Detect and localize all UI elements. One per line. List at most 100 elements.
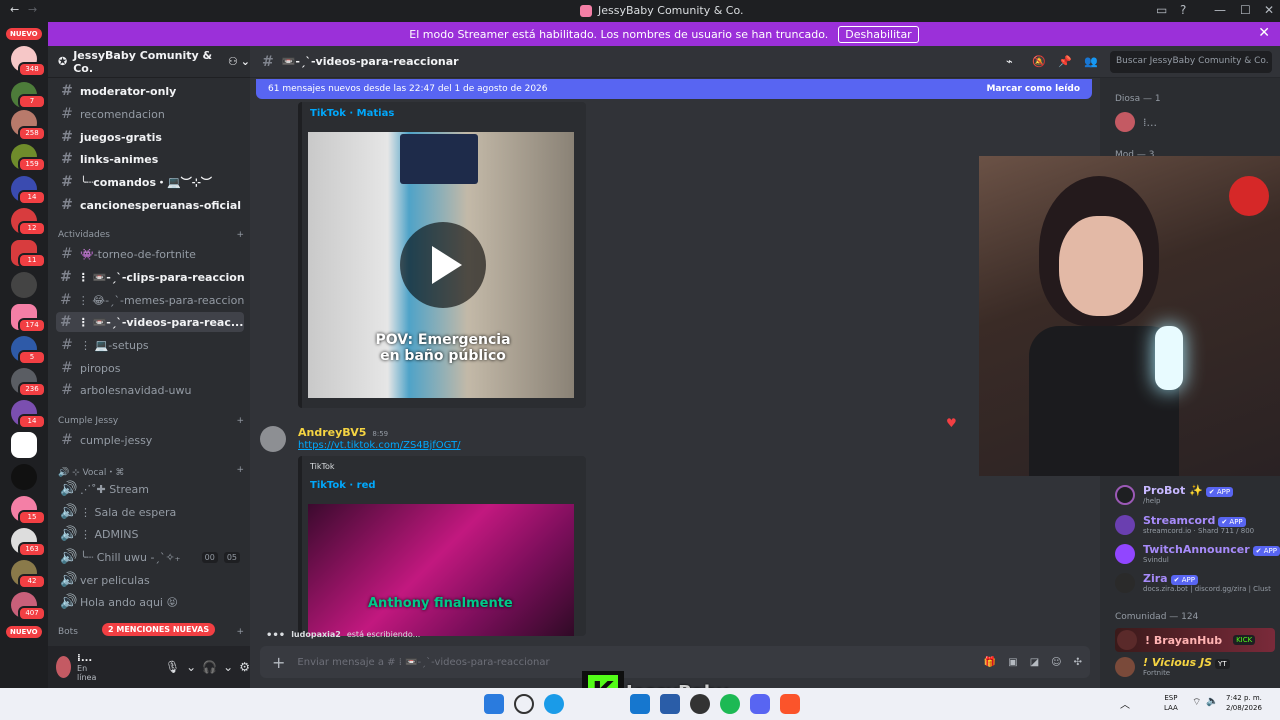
pin-icon[interactable]: 📌	[1058, 55, 1072, 68]
notification-bell-icon[interactable]: 🔕	[1032, 55, 1046, 68]
add-attachment-icon[interactable]: +	[272, 653, 285, 672]
spotify-icon[interactable]	[720, 694, 740, 714]
member-name: ProBot ✨	[1143, 484, 1203, 497]
gift-icon[interactable]: 🎁	[984, 657, 996, 668]
microphone-icon[interactable]: 🎙	[165, 660, 180, 674]
hash-icon: #	[61, 197, 73, 213]
video-thumbnail[interactable]: Anthony finalmente	[308, 504, 574, 636]
chevron-up-icon[interactable]: ︿	[1120, 696, 1130, 711]
channel-item[interactable]: # moderator-only	[56, 81, 244, 101]
avatar[interactable]	[56, 656, 72, 678]
search-input[interactable]: Buscar JessyBaby Comunity & Co.	[1110, 51, 1272, 73]
disable-streamer-button[interactable]: Deshabilitar	[838, 25, 919, 43]
maximize-icon[interactable]: ☐	[1240, 3, 1251, 17]
avatar	[1115, 543, 1135, 564]
chevron-down-icon[interactable]: ⌄	[223, 660, 233, 674]
add-member-icon[interactable]: ⚇	[228, 55, 238, 68]
apps-icon[interactable]: ✣	[1074, 657, 1082, 668]
members-icon[interactable]: 👥	[1084, 55, 1098, 68]
headphones-icon[interactable]: 🎧	[202, 660, 217, 674]
member-item[interactable]: ProBot ✨ ✔ APP/help	[1115, 484, 1234, 505]
user-limit: 05	[223, 551, 240, 563]
emoji-icon[interactable]: ☺	[1051, 657, 1061, 668]
embed-provider[interactable]: TikTok · red	[310, 480, 376, 491]
embed-provider[interactable]: TikTok · Matias	[310, 108, 394, 119]
gif-icon[interactable]: ▣	[1008, 657, 1017, 668]
plus-icon[interactable]: +	[236, 465, 244, 478]
channel-item[interactable]: # 👾-torneo-de-fortnite	[56, 244, 244, 264]
voice-channel[interactable]: 🔊 ⋮ ADMINS	[56, 524, 244, 544]
play-button[interactable]	[400, 222, 486, 308]
server-header[interactable]: ✪ JessyBaby Comunity & Co. ⌄ ⚇	[48, 46, 250, 78]
discord-icon[interactable]	[750, 694, 770, 714]
channel-item[interactable]: # recomendacion	[56, 104, 244, 124]
mark-read-button[interactable]: Marcar como leído	[986, 84, 1080, 94]
server-icon[interactable]	[11, 272, 37, 298]
mentions-badge[interactable]: 2 MENCIONES NUEVAS	[102, 623, 216, 636]
member-item[interactable]: Zira ✔ APP docs.zira.bot | discord.gg/zira…	[1115, 572, 1271, 593]
obs-icon[interactable]	[690, 694, 710, 714]
edge-icon[interactable]	[544, 694, 564, 714]
plus-icon[interactable]: +	[236, 416, 244, 426]
voice-channel[interactable]: 🔊 ver peliculas	[56, 570, 244, 590]
server-name: JessyBaby Comunity & Co.	[73, 48, 213, 75]
channel-item-active[interactable]: #⋮ 📼-ˏˋ-videos-para-reac...⚙	[56, 312, 244, 332]
member-item[interactable]: ⁞...	[1115, 112, 1157, 132]
channel-item[interactable]: # ⋮ 📼-ˏˋ-clips-para-reaccionar	[56, 267, 244, 287]
voice-channel[interactable]: 🔊 ╰┈ Chill uwu -ˏˋ✧₊ 00 05	[56, 547, 244, 567]
new-messages-bar[interactable]: 61 mensajes nuevos desde las 22:47 del 1…	[256, 79, 1092, 99]
channel-item[interactable]: # juegos-gratis	[56, 127, 244, 147]
brave-icon[interactable]	[780, 694, 800, 714]
category-actividades[interactable]: Actividades +	[58, 230, 244, 240]
category-cumple[interactable]: Cumple Jessy +	[58, 416, 244, 426]
start-icon[interactable]	[484, 694, 504, 714]
message-link[interactable]: https://vt.tiktok.com/ZS4BjfOGT/	[298, 440, 461, 451]
inbox-icon[interactable]: ▭	[1156, 3, 1167, 17]
category-vocal[interactable]: 🔊 ⊹ Vocal・⌘ +	[58, 465, 244, 478]
channel-item[interactable]: # links-animes	[56, 149, 244, 169]
threads-icon[interactable]: ⌁	[1006, 55, 1013, 68]
message-composer[interactable]: + Enviar mensaje a # ⁞ 📼-ˏˋ-videos-para-…	[260, 646, 1090, 678]
server-icon[interactable]	[11, 464, 37, 490]
clock[interactable]: 7:42 p. m. 2/08/2026	[1226, 693, 1262, 713]
back-arrow-icon[interactable]: ←	[10, 3, 19, 16]
volume-icon[interactable]: 🔈	[1206, 696, 1218, 707]
language-indicator[interactable]: ESP LAA	[1164, 693, 1178, 713]
plus-icon[interactable]: +	[236, 230, 244, 240]
voice-channel[interactable]: 🔊 ⋰˚✚ Stream	[56, 479, 244, 499]
mail-icon[interactable]	[630, 694, 650, 714]
sticker-icon[interactable]: ◪	[1030, 657, 1039, 668]
forward-arrow-icon[interactable]: →	[28, 3, 37, 16]
close-banner-icon[interactable]: ✕	[1258, 25, 1270, 41]
channel-label: piropos	[80, 361, 121, 375]
server-icon[interactable]	[11, 432, 37, 458]
channel-item[interactable]: # cumple-jessy	[56, 430, 244, 450]
channel-item[interactable]: # cancionesperuanas-oficial	[56, 195, 244, 215]
minimize-icon[interactable]: —	[1214, 3, 1226, 17]
channel-item[interactable]: # ⋮ 😂-ˏˋ-memes-para-reaccionar	[56, 290, 244, 310]
chevron-down-icon[interactable]: ⌄	[186, 660, 196, 674]
channel-item[interactable]: # piropos	[56, 358, 244, 378]
channel-label: links-animes	[80, 152, 159, 166]
video-thumbnail[interactable]: POV: Emergencia en baño público	[308, 132, 574, 398]
member-item[interactable]: TwitchAnnouncer ✔ APP Svindul	[1115, 543, 1280, 564]
plus-icon[interactable]: +	[236, 627, 244, 637]
message-author[interactable]: AndreyBV5	[298, 426, 366, 439]
channel-item[interactable]: # arbolesnavidad-uwu	[56, 380, 244, 400]
voice-channel[interactable]: 🔊 ⋮ Sala de espera	[56, 502, 244, 522]
member-item[interactable]: ! BrayanHub KICK	[1115, 628, 1275, 652]
channel-item[interactable]: # ⋮ 💻-setups	[56, 335, 244, 355]
category-label: Actividades	[58, 230, 110, 240]
settings-gear-icon[interactable]: ⚙	[239, 660, 250, 674]
help-icon[interactable]: ?	[1180, 3, 1186, 17]
heart-reaction-icon[interactable]: ♥	[946, 416, 957, 430]
member-item[interactable]: Streamcord ✔ APP streamcord.io · Shard 711…	[1115, 514, 1254, 535]
close-window-icon[interactable]: ✕	[1264, 3, 1274, 17]
wifi-icon[interactable]: ⌔	[1192, 696, 1201, 709]
avatar[interactable]	[260, 426, 286, 452]
search-icon[interactable]	[514, 694, 534, 714]
store-icon[interactable]	[660, 694, 680, 714]
channel-item[interactable]: # ╰┈comandos・💻︶⊹︶	[56, 172, 244, 192]
voice-channel[interactable]: 🔊 Hola ando aqui 😝	[56, 592, 244, 612]
member-item[interactable]: ! Vicious JS YT Fortnite	[1115, 656, 1230, 677]
